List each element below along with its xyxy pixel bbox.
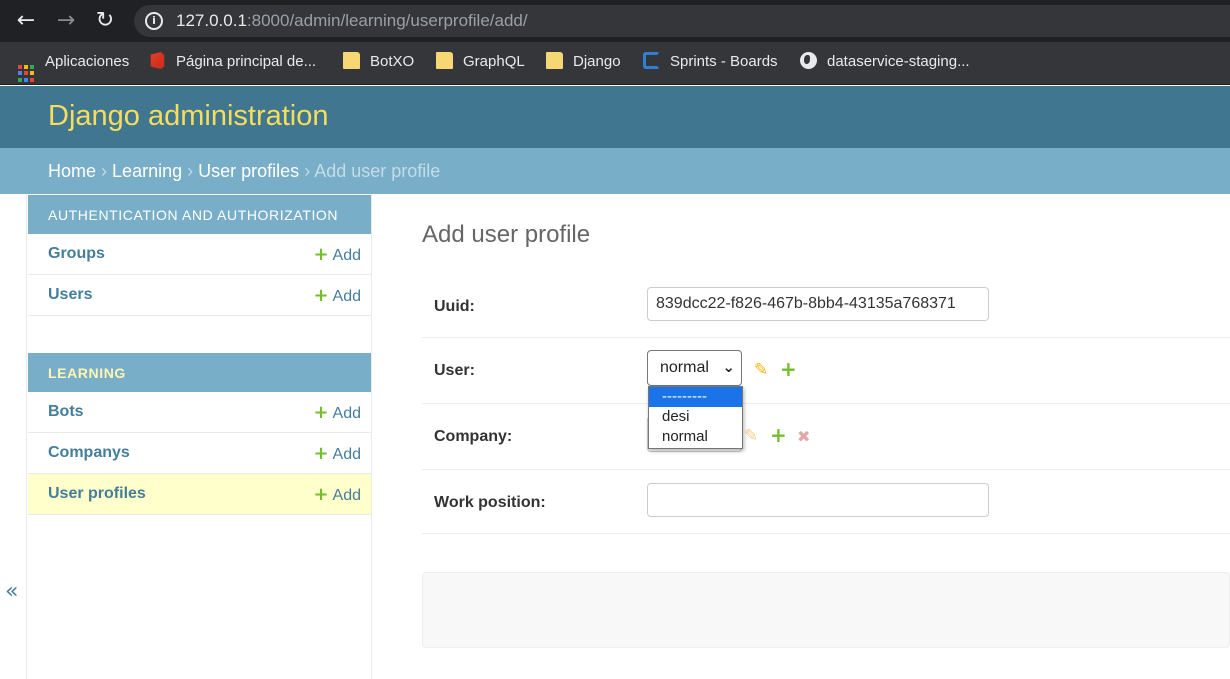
browser-toolbar: ← → ↻ i 127.0.0.1:8000/admin/learning/us…	[0, 0, 1230, 42]
module-learning: LEARNING Bots + Add Companys + Add User pr…	[28, 353, 371, 515]
sidebar-item-link[interactable]: Groups	[48, 245, 105, 262]
office-icon	[150, 52, 165, 69]
plus-icon: +	[313, 443, 329, 464]
add-company-plus-icon[interactable]: +	[770, 423, 787, 447]
sidebar-divider	[371, 194, 372, 679]
site-branding[interactable]: Django administration	[48, 100, 328, 133]
sidebar-item-groups: Groups + Add	[28, 234, 371, 275]
breadcrumb-user-profiles[interactable]: User profiles	[198, 161, 299, 181]
breadcrumb-separator: ›	[187, 161, 194, 181]
breadcrumb-current: Add user profile	[314, 161, 441, 181]
module-auth: AUTHENTICATION AND AUTHORIZATION Groups …	[28, 195, 371, 316]
add-user-profiles-button[interactable]: + Add	[313, 484, 361, 505]
dropdown-option-desi[interactable]: desi	[649, 407, 742, 427]
site-header: Django administration	[0, 86, 1230, 148]
add-user-plus-icon[interactable]: +	[780, 357, 797, 381]
sidebar-collapse-toggle[interactable]: «	[5, 579, 18, 604]
bookmark-label: Django	[573, 53, 621, 70]
bookmark-label: Sprints - Boards	[670, 53, 778, 70]
url-path: :8000/admin/learning/userprofile/add/	[246, 11, 528, 30]
add-groups-button[interactable]: + Add	[313, 244, 361, 265]
edit-user-pencil-icon[interactable]: ✎	[754, 360, 768, 380]
apps-icon	[18, 65, 35, 82]
delete-company-x-icon[interactable]: ✖	[797, 427, 810, 446]
site-info-icon[interactable]: i	[145, 12, 163, 30]
form-row-user: User: normal ⌄ ✎ +	[422, 338, 1230, 404]
form-row-company: Company: ✎ + ✖	[422, 404, 1230, 470]
bookmark-label: BotXO	[370, 53, 415, 70]
bookmark-label: dataservice-staging...	[827, 53, 970, 70]
sidebar-item-bots: Bots + Add	[28, 392, 371, 433]
uuid-field[interactable]	[647, 287, 989, 321]
user-label: User:	[434, 362, 475, 379]
dropdown-option-normal[interactable]: normal	[649, 427, 742, 447]
folder-icon	[546, 52, 563, 69]
breadcrumb-separator: ›	[101, 161, 108, 181]
sidebar-item-link[interactable]: User profiles	[48, 485, 146, 502]
bookmark-office[interactable]: Página principal de...	[149, 52, 316, 74]
chevron-down-icon: ⌄	[722, 358, 735, 376]
add-label: Add	[332, 247, 361, 264]
submit-row	[422, 572, 1230, 648]
bookmark-sprints[interactable]: Sprints - Boards	[643, 52, 778, 74]
form-row-uuid: Uuid:	[422, 272, 1230, 338]
work-position-label: Work position:	[434, 494, 546, 511]
add-label: Add	[332, 446, 361, 463]
module-caption-learning[interactable]: LEARNING	[28, 353, 371, 392]
bookmark-botxo[interactable]: BotXO	[343, 52, 414, 74]
plus-icon: +	[313, 244, 329, 265]
forward-arrow-icon[interactable]: →	[54, 9, 78, 33]
back-arrow-icon[interactable]: ←	[14, 9, 38, 33]
folder-icon	[343, 52, 360, 69]
bookmark-label: Página principal de...	[176, 53, 317, 70]
bookmarks-bar: Aplicaciones Página principal de... BotX…	[0, 42, 1230, 85]
bookmark-label: GraphQL	[463, 53, 525, 70]
add-label: Add	[332, 405, 361, 422]
bookmark-dataservice[interactable]: dataservice-staging...	[800, 52, 970, 74]
sidebar-item-companys: Companys + Add	[28, 433, 371, 474]
sidebar-item-user-profiles: User profiles + Add	[28, 474, 371, 515]
dropdown-option-empty[interactable]: ---------	[649, 387, 742, 407]
breadcrumb-separator: ›	[304, 161, 311, 181]
add-bots-button[interactable]: + Add	[313, 402, 361, 423]
user-select-value: normal	[660, 359, 709, 376]
folder-icon	[436, 52, 453, 69]
form-row-work-position: Work position:	[422, 470, 1230, 534]
reload-icon[interactable]: ↻	[93, 9, 117, 33]
address-bar[interactable]: i 127.0.0.1:8000/admin/learning/userprof…	[134, 5, 1230, 37]
url-text[interactable]: 127.0.0.1:8000/admin/learning/userprofil…	[176, 11, 528, 31]
user-select-dropdown: --------- desi normal	[648, 386, 743, 449]
module-caption-auth[interactable]: AUTHENTICATION AND AUTHORIZATION	[28, 195, 371, 234]
plus-icon: +	[313, 285, 329, 306]
add-label: Add	[332, 487, 361, 504]
breadcrumb: Home › Learning › User profiles › Add us…	[0, 148, 1230, 194]
sidebar-item-link[interactable]: Bots	[48, 403, 84, 420]
bookmark-label: Aplicaciones	[45, 53, 130, 70]
add-companys-button[interactable]: + Add	[313, 443, 361, 464]
azure-devops-icon	[643, 52, 660, 69]
sidebar-divider	[26, 194, 27, 679]
uuid-label: Uuid:	[434, 298, 475, 315]
plus-icon: +	[313, 484, 329, 505]
url-host: 127.0.0.1	[176, 11, 247, 30]
add-users-button[interactable]: + Add	[313, 285, 361, 306]
breadcrumb-learning[interactable]: Learning	[112, 161, 182, 181]
company-label: Company:	[434, 428, 513, 445]
bookmark-django[interactable]: Django	[546, 52, 621, 74]
globe-icon	[800, 52, 817, 69]
sidebar-item-users: Users + Add	[28, 275, 371, 316]
bookmark-apps[interactable]: Aplicaciones	[18, 52, 130, 82]
sidebar-item-link[interactable]: Companys	[48, 444, 130, 461]
page-title: Add user profile	[422, 221, 591, 248]
user-select[interactable]: normal ⌄	[647, 350, 742, 386]
plus-icon: +	[313, 402, 329, 423]
add-label: Add	[332, 288, 361, 305]
work-position-field[interactable]	[647, 483, 989, 517]
bookmark-graphql[interactable]: GraphQL	[436, 52, 525, 74]
breadcrumb-home[interactable]: Home	[48, 161, 96, 181]
sidebar-item-link[interactable]: Users	[48, 286, 92, 303]
edit-company-pencil-icon[interactable]: ✎	[744, 426, 758, 446]
